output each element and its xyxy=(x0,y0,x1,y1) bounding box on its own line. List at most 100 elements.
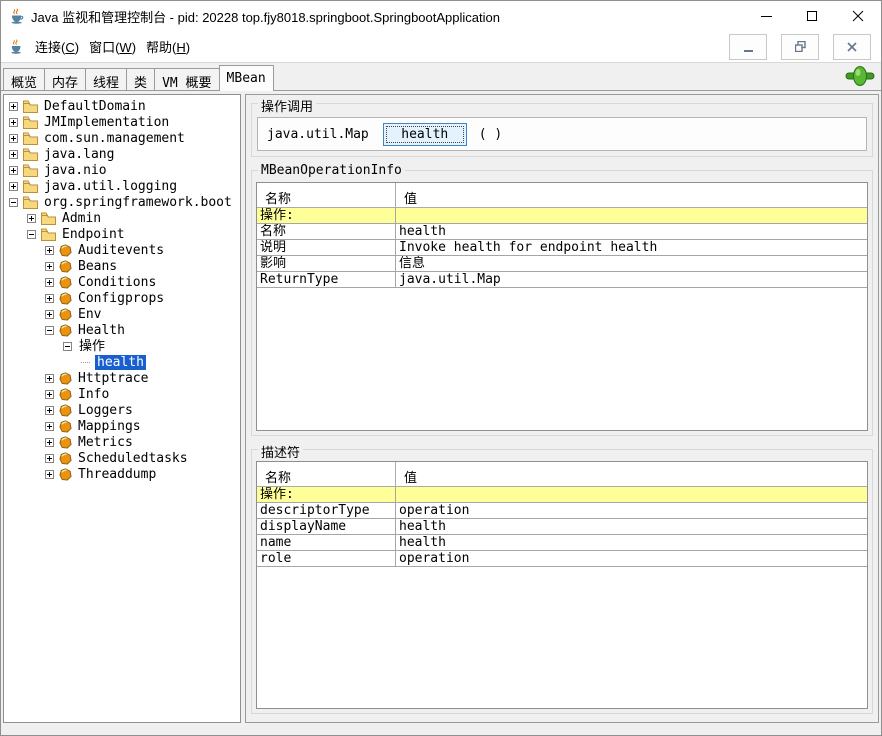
table-row[interactable]: 说明Invoke health for endpoint health xyxy=(257,240,867,256)
menu-item[interactable]: 连接(C) xyxy=(30,34,84,59)
tree-item-Info[interactable]: Info xyxy=(4,386,240,402)
frame-minimize-button[interactable] xyxy=(729,34,767,60)
tree-item-java.util.logging[interactable]: java.util.logging xyxy=(4,178,240,194)
tree-item-DefaultDomain[interactable]: DefaultDomain xyxy=(4,98,240,114)
tree-label: Configprops xyxy=(76,291,166,306)
table-row[interactable]: 操作: xyxy=(257,487,867,503)
tree-toggle-minus-icon[interactable] xyxy=(27,230,36,239)
folder-icon xyxy=(23,132,38,145)
window-minimize-button[interactable] xyxy=(743,1,789,31)
tree-toggle-minus-icon[interactable] xyxy=(45,326,54,335)
tree-toggle-plus-icon[interactable] xyxy=(45,374,54,383)
menu-item[interactable]: 帮助(H) xyxy=(141,34,195,59)
tree-toggle-plus-icon[interactable] xyxy=(45,470,54,479)
tree-toggle-plus-icon[interactable] xyxy=(9,102,18,111)
menu-items: 连接(C)窗口(W)帮助(H) xyxy=(30,34,195,59)
tree-item-Health[interactable]: Health xyxy=(4,322,240,338)
tab-VM 概要[interactable]: VM 概要 xyxy=(154,68,219,90)
table-row[interactable]: 操作: xyxy=(257,208,867,224)
tree-label: health xyxy=(95,355,146,370)
bean-icon xyxy=(59,244,72,257)
tree-item-java.nio[interactable]: java.nio xyxy=(4,162,240,178)
window-close-button[interactable] xyxy=(835,1,881,31)
tree-toggle-plus-icon[interactable] xyxy=(9,166,18,175)
table-row[interactable]: descriptorTypeoperation xyxy=(257,503,867,519)
tree-item-Configprops[interactable]: Configprops xyxy=(4,290,240,306)
tree-toggle-plus-icon[interactable] xyxy=(45,438,54,447)
tree-toggle-plus-icon[interactable] xyxy=(9,118,18,127)
tree-item-health[interactable]: health xyxy=(4,354,240,370)
connection-status-icon xyxy=(845,65,875,87)
tree-item-com.sun.management[interactable]: com.sun.management xyxy=(4,130,240,146)
tree-toggle-plus-icon[interactable] xyxy=(45,278,54,287)
tree-toggle-plus-icon[interactable] xyxy=(45,406,54,415)
menu-bar: 连接(C)窗口(W)帮助(H) xyxy=(1,31,881,63)
tree-item-Auditevents[interactable]: Auditevents xyxy=(4,242,240,258)
tree-item-Mappings[interactable]: Mappings xyxy=(4,418,240,434)
tab-概览[interactable]: 概览 xyxy=(3,68,45,90)
tree-item-JMImplementation[interactable]: JMImplementation xyxy=(4,114,240,130)
table-row[interactable]: namehealth xyxy=(257,535,867,551)
invoke-health-button[interactable]: health xyxy=(383,123,467,146)
tree-toggle-plus-icon[interactable] xyxy=(9,150,18,159)
table-row[interactable]: ReturnTypejava.util.Map xyxy=(257,272,867,288)
tree-label: org.springframework.boot xyxy=(42,195,234,210)
frame-java-icon xyxy=(9,39,24,54)
bean-icon xyxy=(59,372,72,385)
table-row[interactable]: roleoperation xyxy=(257,551,867,567)
cell-value: health xyxy=(396,519,867,534)
tree-item-Loggers[interactable]: Loggers xyxy=(4,402,240,418)
tab-类[interactable]: 类 xyxy=(126,68,155,90)
tree-label: Env xyxy=(76,307,103,322)
mbean-tree: DefaultDomainJMImplementationcom.sun.man… xyxy=(3,94,241,723)
tree-label: com.sun.management xyxy=(42,131,187,146)
tree-toggle-plus-icon[interactable] xyxy=(9,182,18,191)
bean-icon xyxy=(59,452,72,465)
tree-toggle-plus-icon[interactable] xyxy=(45,294,54,303)
tree-label: Threaddump xyxy=(76,467,158,482)
cell-value xyxy=(396,208,867,223)
frame-restore-button[interactable] xyxy=(781,34,819,60)
tree-toggle-plus-icon[interactable] xyxy=(45,454,54,463)
tree-item-操作[interactable]: 操作 xyxy=(4,338,240,354)
table-row[interactable]: 名称health xyxy=(257,224,867,240)
tree-item-Env[interactable]: Env xyxy=(4,306,240,322)
table-row[interactable]: 影响信息 xyxy=(257,256,867,272)
tree-toggle-plus-icon[interactable] xyxy=(45,262,54,271)
tree-item-Admin[interactable]: Admin xyxy=(4,210,240,226)
menu-item[interactable]: 窗口(W) xyxy=(84,34,141,59)
operation-invoke-group: 操作调用 java.util.Map health ( ) xyxy=(251,103,873,157)
tree-item-org.springframework.boot[interactable]: org.springframework.boot xyxy=(4,194,240,210)
tree-item-java.lang[interactable]: java.lang xyxy=(4,146,240,162)
tree-label: java.nio xyxy=(42,163,109,178)
bean-icon xyxy=(59,468,72,481)
folder-icon xyxy=(23,196,38,209)
tab-线程[interactable]: 线程 xyxy=(85,68,127,90)
bean-icon xyxy=(59,308,72,321)
tree-label: Beans xyxy=(76,259,119,274)
tree-item-Threaddump[interactable]: Threaddump xyxy=(4,466,240,482)
maximize-icon xyxy=(807,11,817,21)
tree-toggle-plus-icon[interactable] xyxy=(27,214,36,223)
tree-item-Scheduledtasks[interactable]: Scheduledtasks xyxy=(4,450,240,466)
tree-item-Httptrace[interactable]: Httptrace xyxy=(4,370,240,386)
window-maximize-button[interactable] xyxy=(789,1,835,31)
tab-MBean[interactable]: MBean xyxy=(219,65,274,91)
tree-toggle-plus-icon[interactable] xyxy=(9,134,18,143)
tree-toggle-minus-icon[interactable] xyxy=(63,342,72,351)
tree-item-Conditions[interactable]: Conditions xyxy=(4,274,240,290)
tree-toggle-plus-icon[interactable] xyxy=(45,390,54,399)
tree-label: Admin xyxy=(60,211,103,226)
tree-item-Endpoint[interactable]: Endpoint xyxy=(4,226,240,242)
tree-item-Beans[interactable]: Beans xyxy=(4,258,240,274)
tree-toggle-plus-icon[interactable] xyxy=(45,310,54,319)
table-row[interactable]: displayNamehealth xyxy=(257,519,867,535)
tree-toggle-minus-icon[interactable] xyxy=(9,198,18,207)
cell-name: displayName xyxy=(257,519,396,534)
tree-toggle-plus-icon[interactable] xyxy=(45,246,54,255)
tree-item-Metrics[interactable]: Metrics xyxy=(4,434,240,450)
cell-value: health xyxy=(396,224,867,239)
tree-toggle-plus-icon[interactable] xyxy=(45,422,54,431)
tab-内存[interactable]: 内存 xyxy=(44,68,86,90)
frame-close-button[interactable] xyxy=(833,34,871,60)
